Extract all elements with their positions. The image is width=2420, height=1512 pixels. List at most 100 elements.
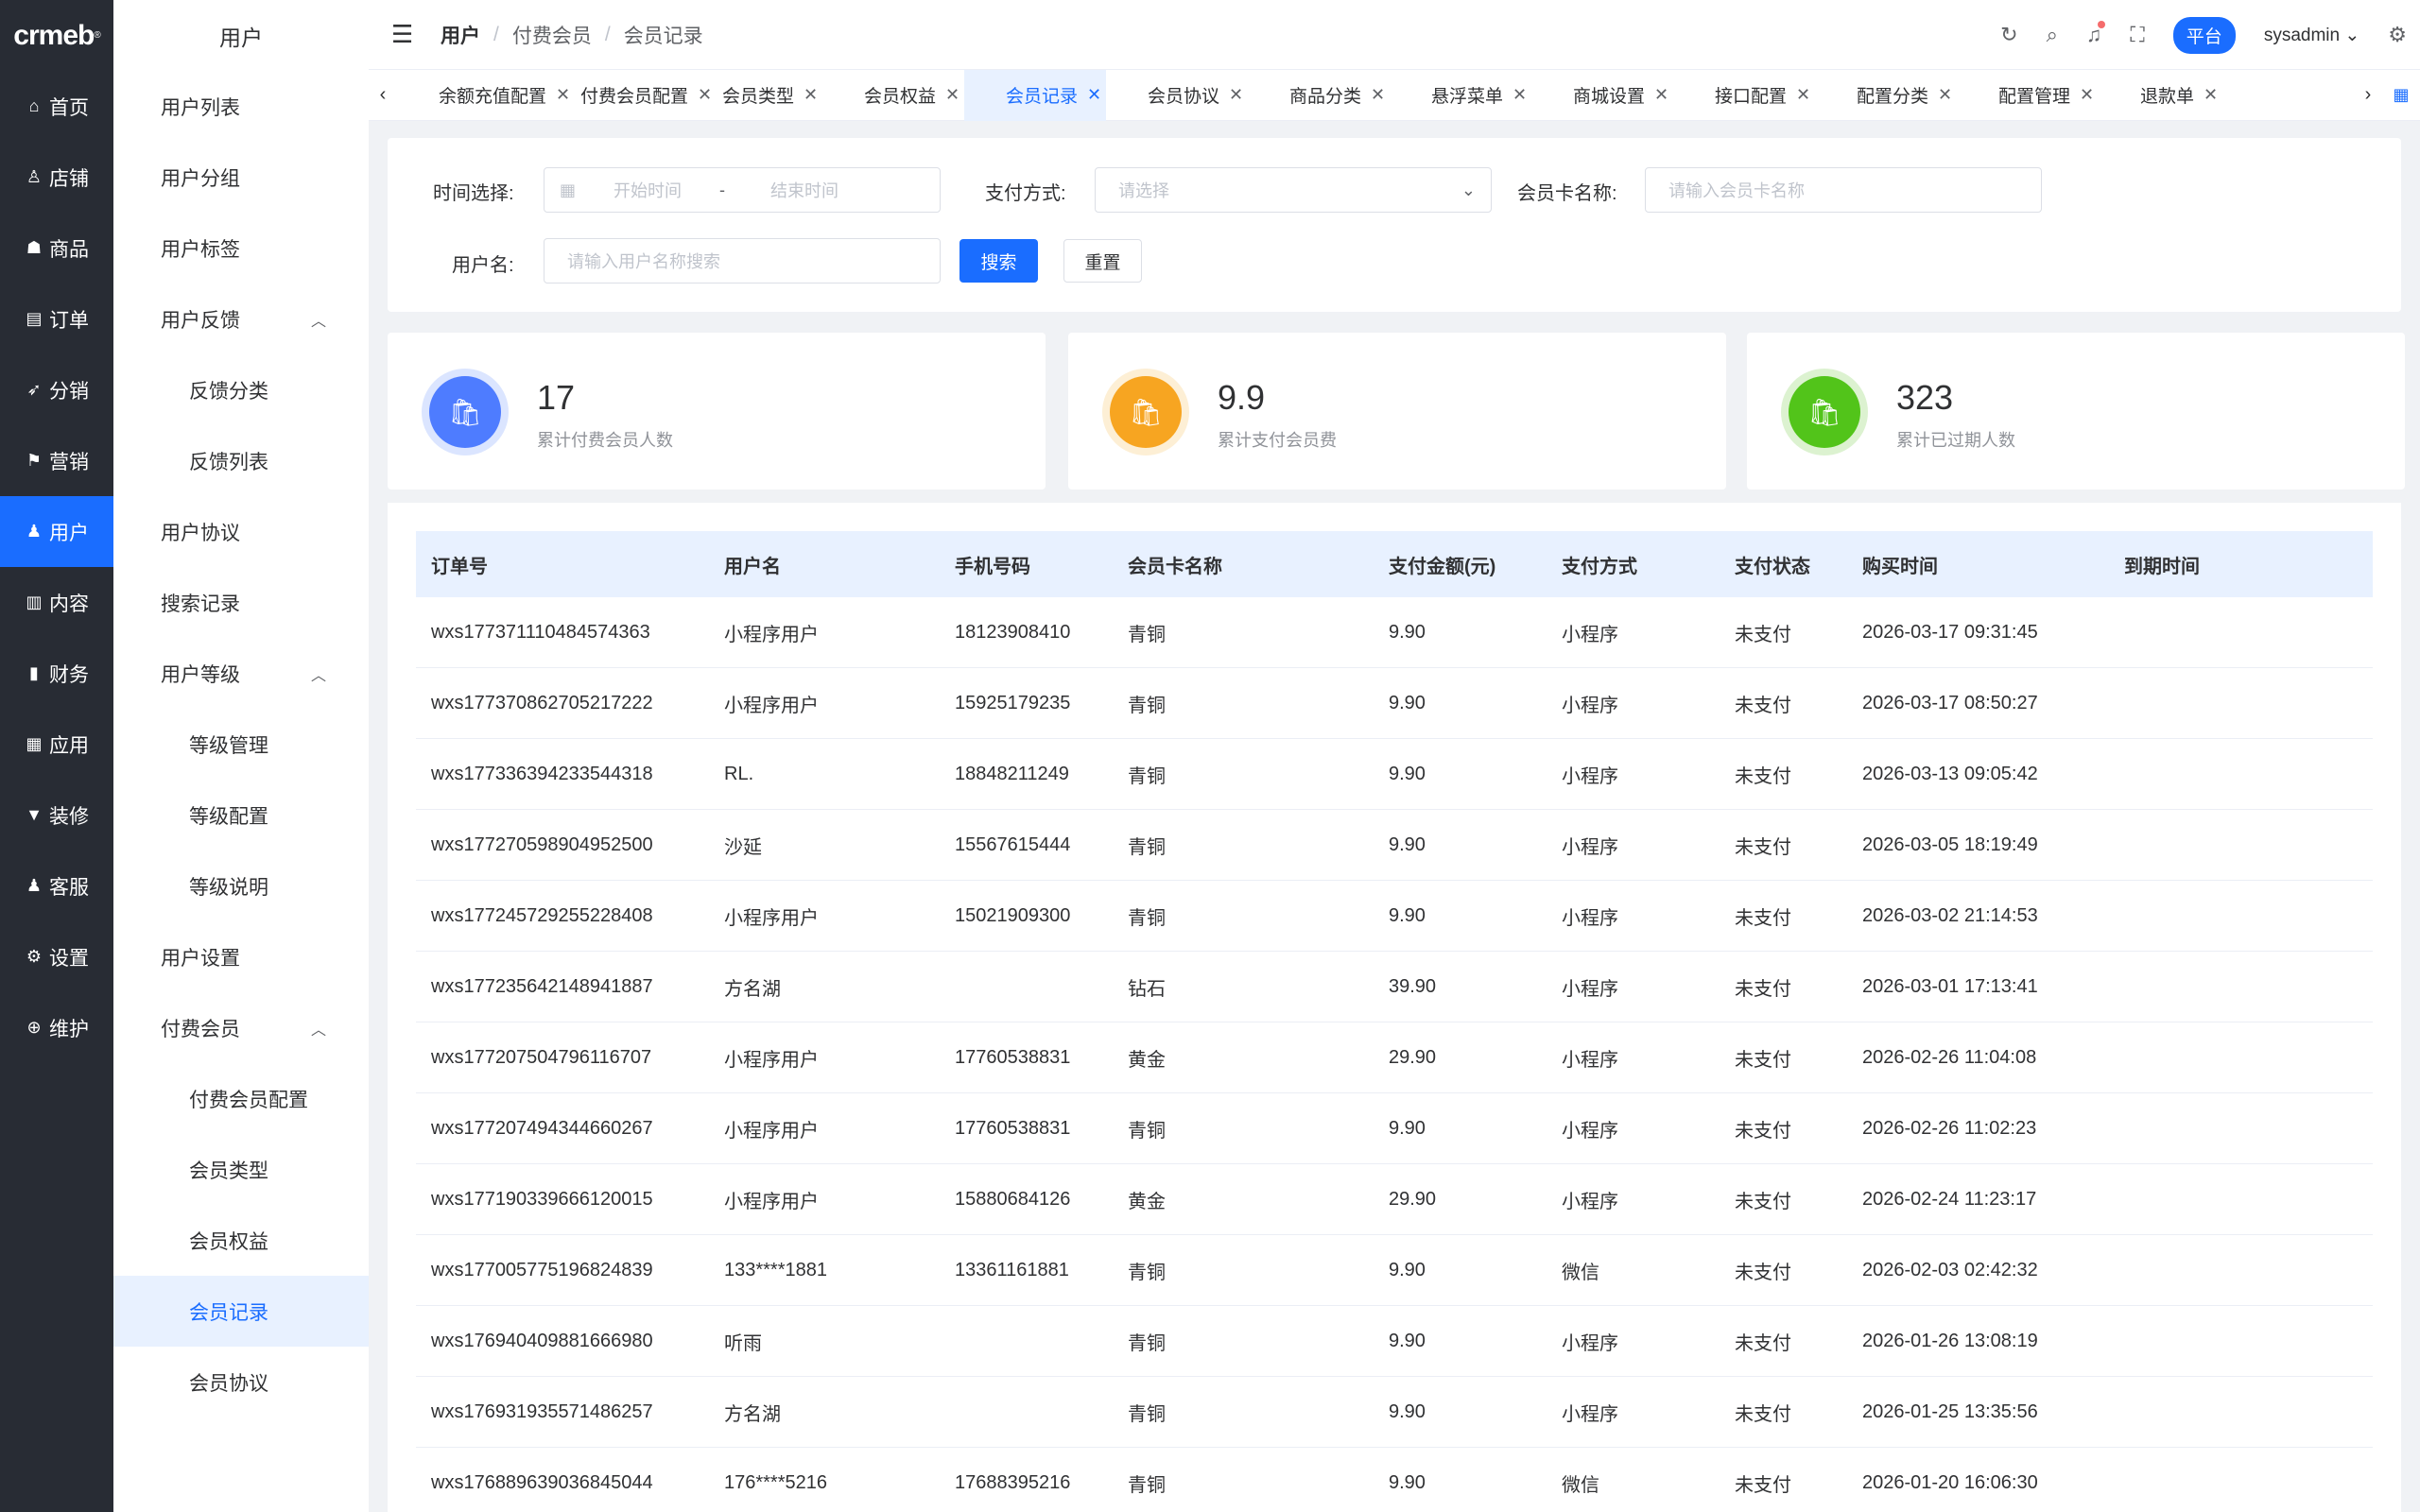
submenu-item[interactable]: 反馈分类 xyxy=(113,354,369,425)
rail-item-user[interactable]: ♟ 用户 xyxy=(0,496,113,567)
tabs-menu-icon[interactable]: ▦ xyxy=(2382,85,2420,105)
submenu-item[interactable]: 付费会员配置 xyxy=(113,1063,369,1134)
tab-item[interactable]: 悬浮菜单 ✕ xyxy=(1390,70,1531,121)
filter-panel: 时间选择: ▦ 开始时间 - 结束时间 支付方式: 请选择 ⌄ 会员卡名称: 请… xyxy=(388,138,2401,312)
rail-item-content[interactable]: ▥ 内容 xyxy=(0,567,113,638)
submenu-item[interactable]: 会员记录 xyxy=(113,1276,369,1347)
refresh-icon[interactable]: ↻ xyxy=(2000,23,2017,47)
tab-item[interactable]: 退款单 ✕ xyxy=(2099,70,2240,121)
bell-icon[interactable]: ♫ xyxy=(2086,21,2106,47)
rail-item-service[interactable]: ♟ 客服 xyxy=(0,850,113,921)
rail-item-settings[interactable]: ⚙ 设置 xyxy=(0,921,113,992)
table-cell: 9.90 xyxy=(1389,763,1426,784)
table-cell: 小程序 xyxy=(1562,978,1618,1000)
card-name-input[interactable]: 请输入会员卡名称 xyxy=(1645,167,2042,213)
rail-item-goods[interactable]: ☗ 商品 xyxy=(0,213,113,284)
submenu-item[interactable]: 搜索记录 xyxy=(113,567,369,638)
tab-item[interactable]: 会员协议 ✕ xyxy=(1106,70,1248,121)
tab-item[interactable]: 余额充值配置 ✕ xyxy=(397,70,570,121)
tab-label: 悬浮菜单 xyxy=(1431,87,1504,107)
submenu-item[interactable]: 等级说明 xyxy=(113,850,369,921)
table-row: wxs177207494344660267 小程序用户 17760538831 青铜 9… xyxy=(416,1093,2373,1164)
submenu-item[interactable]: 会员协议 xyxy=(113,1347,369,1418)
submenu-item[interactable]: 用户等级 ︿ xyxy=(113,638,369,709)
close-icon[interactable]: ✕ xyxy=(1654,85,1668,105)
table-cell: 2026-01-20 16:06:30 xyxy=(1862,1471,2038,1493)
close-icon[interactable]: ✕ xyxy=(804,85,818,105)
close-icon[interactable]: ✕ xyxy=(1371,85,1385,105)
submenu-item[interactable]: 会员类型 xyxy=(113,1134,369,1205)
table-row: wxs177245729255228408 小程序用户 15021909300 青铜 9… xyxy=(416,881,2373,952)
tabs-scroll-right-icon[interactable]: › xyxy=(2354,84,2382,106)
tab-item[interactable]: 会员类型 ✕ xyxy=(681,70,822,121)
table-cell: 未支付 xyxy=(1735,1474,1791,1496)
submenu-item[interactable]: 等级管理 xyxy=(113,709,369,780)
username-search-input[interactable]: 请输入用户名称搜索 xyxy=(544,238,941,284)
crmeb-logo[interactable]: crmeb ® xyxy=(0,0,113,71)
table-row: wxs177235642148941887 方名湖 钻石 39.90 小程序 未支付 202… xyxy=(416,952,2373,1022)
close-icon[interactable]: ✕ xyxy=(1087,85,1101,105)
rail-item-order[interactable]: ▤ 订单 xyxy=(0,284,113,354)
table-cell: 未支付 xyxy=(1735,907,1791,929)
close-icon[interactable]: ✕ xyxy=(1796,85,1810,105)
submenu-item[interactable]: 用户协议 xyxy=(113,496,369,567)
table-cell: 青铜 xyxy=(1128,624,1166,645)
tab-item[interactable]: 配置管理 ✕ xyxy=(1957,70,2099,121)
platform-badge[interactable]: 平台 xyxy=(2172,16,2236,54)
rail-item-label: 设置 xyxy=(49,947,89,970)
submenu-item[interactable]: 付费会员 ︿ xyxy=(113,992,369,1063)
tabs-scroll-left-icon[interactable]: ‹ xyxy=(369,84,397,106)
close-icon[interactable]: ✕ xyxy=(1229,85,1243,105)
menu-fold-icon[interactable]: ☰ xyxy=(391,20,424,49)
rail-item-home[interactable]: ⌂ 首页 xyxy=(0,71,113,142)
submenu-item-label: 用户标签 xyxy=(161,238,240,261)
close-icon[interactable]: ✕ xyxy=(1512,85,1527,105)
submenu-item[interactable]: 用户反馈 ︿ xyxy=(113,284,369,354)
start-date-input[interactable]: 开始时间 xyxy=(614,178,682,202)
submenu-item[interactable]: 用户列表 xyxy=(113,71,369,142)
tab-item[interactable]: 接口配置 ✕ xyxy=(1673,70,1815,121)
tab-label: 接口配置 xyxy=(1715,87,1788,107)
rail-item-maintain[interactable]: ⊕ 维护 xyxy=(0,992,113,1063)
tab-item[interactable]: 配置分类 ✕ xyxy=(1815,70,1957,121)
stat-value: 17 xyxy=(537,378,576,417)
rail-item-distribution[interactable]: ➶ 分销 xyxy=(0,354,113,425)
rail-item-apps[interactable]: ▦ 应用 xyxy=(0,709,113,780)
end-date-input[interactable]: 结束时间 xyxy=(770,178,838,202)
submenu-item[interactable]: 等级配置 xyxy=(113,780,369,850)
rail-item-label: 店铺 xyxy=(49,167,89,190)
table-row: wxs177371110484574363 小程序用户 18123908410 青铜 9… xyxy=(416,597,2373,668)
fullscreen-icon[interactable]: ⛶ xyxy=(2130,23,2144,47)
rail-item-decorate[interactable]: ▼ 装修 xyxy=(0,780,113,850)
search-icon[interactable]: ⌕ xyxy=(2047,23,2058,47)
close-icon[interactable]: ✕ xyxy=(1938,85,1952,105)
user-dropdown[interactable]: sysadmin ⌄ xyxy=(2264,25,2360,46)
submenu-item[interactable]: 用户设置 xyxy=(113,921,369,992)
tab-item[interactable]: 商城设置 ✕ xyxy=(1531,70,1673,121)
search-button[interactable]: 搜索 xyxy=(959,239,1038,283)
close-icon[interactable]: ✕ xyxy=(2204,85,2218,105)
column-header: 会员卡名称 xyxy=(1128,556,1222,577)
distribution-icon: ➶ xyxy=(26,380,42,399)
column-header: 手机号码 xyxy=(955,556,1030,577)
date-range-picker[interactable]: ▦ 开始时间 - 结束时间 xyxy=(544,167,941,213)
breadcrumb-item[interactable]: 付费会员 xyxy=(512,21,592,49)
breadcrumb-item[interactable]: 用户 xyxy=(441,21,480,49)
rail-item-finance[interactable]: ▮ 财务 xyxy=(0,638,113,709)
pay-method-select[interactable]: 请选择 ⌄ xyxy=(1095,167,1492,213)
tab-item[interactable]: 会员记录 ✕ xyxy=(964,69,1106,121)
tab-item[interactable]: 付费会员配置 ✕ xyxy=(539,70,712,121)
tab-item[interactable]: 商品分类 ✕ xyxy=(1248,70,1390,121)
submenu-item[interactable]: 用户标签 xyxy=(113,213,369,284)
submenu-item[interactable]: 反馈列表 xyxy=(113,425,369,496)
close-icon[interactable]: ✕ xyxy=(2080,85,2094,105)
close-icon[interactable]: ✕ xyxy=(945,85,959,105)
submenu-item[interactable]: 会员权益 xyxy=(113,1205,369,1276)
rail-item-store[interactable]: ♙ 店铺 xyxy=(0,142,113,213)
tab-item[interactable]: 会员权益 ✕ xyxy=(822,70,964,121)
gear-icon[interactable]: ⚙ xyxy=(2388,23,2407,47)
submenu-item[interactable]: 用户分组 xyxy=(113,142,369,213)
content-icon: ▥ xyxy=(26,593,43,611)
rail-item-marketing[interactable]: ⚑ 营销 xyxy=(0,425,113,496)
reset-button[interactable]: 重置 xyxy=(1063,239,1142,283)
